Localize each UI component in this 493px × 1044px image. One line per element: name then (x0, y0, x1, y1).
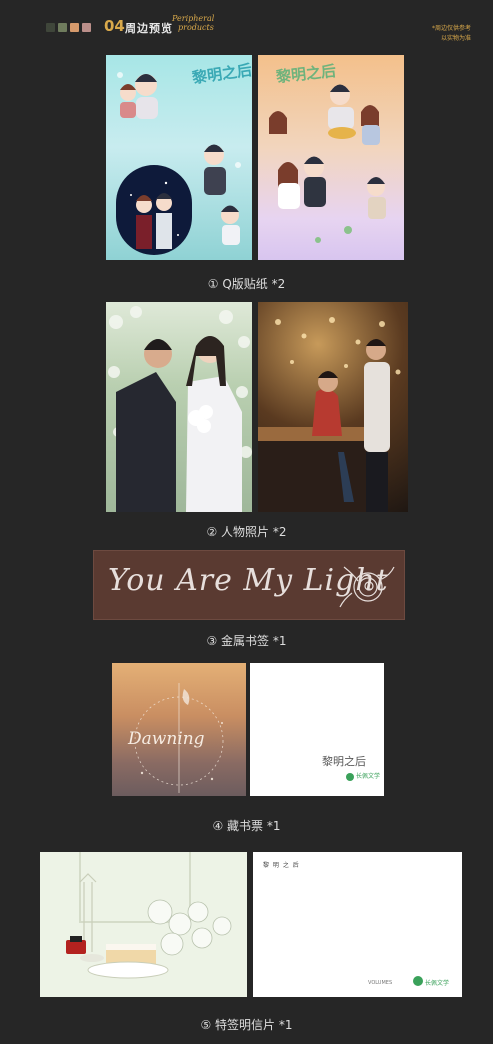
color-swatch (46, 23, 55, 32)
sticker-sheet-right: 黎明之后 (258, 55, 404, 260)
item-caption: ④ 藏书票 *1 (212, 819, 281, 833)
bookplate-logo: 黎明之后 (322, 755, 366, 768)
bookplate-front: Dawning (112, 663, 246, 796)
photo-card-bar (258, 302, 408, 512)
note-line: 以实物为准 (440, 35, 471, 42)
bookplate-back: 黎明之后 长佩文学 (250, 663, 384, 796)
item-caption: ⑤ 特签明信片 *1 (200, 1018, 293, 1032)
sticker-sheet-left: 黎明之后 (106, 55, 252, 260)
disclaimer-note: *周边仅供参考 以实物为准 (432, 24, 471, 44)
postcard-back: 黎 明 之 后 VOLUMES 长佩文学 (253, 852, 462, 997)
note-line: *周边仅供参考 (431, 25, 471, 32)
item-caption: ① Q版贴纸 *2 (207, 277, 286, 291)
item-caption: ③ 金属书签 *1 (206, 634, 287, 648)
section-title: 周边预览 (125, 22, 173, 35)
bookplate-brand: 长佩文学 (356, 773, 381, 780)
brand-icon (413, 976, 423, 986)
rose-icon (339, 566, 395, 608)
postcard-title: 黎 明 之 后 (263, 862, 300, 869)
postcard-illustration (40, 852, 247, 997)
postcard-front (40, 852, 247, 997)
photo-illustration (258, 317, 401, 512)
sticker-illustration (116, 72, 241, 255)
postcard-label: VOLUMES (368, 980, 393, 986)
photo-card-wedding (106, 302, 252, 512)
color-swatch (58, 23, 67, 32)
section-number: 04 (104, 17, 125, 35)
brand-icon (346, 773, 354, 781)
script-line: products (178, 23, 214, 32)
item-caption: ② 人物照片 *2 (206, 525, 287, 539)
color-swatch (82, 23, 91, 32)
postcard-brand: 长佩文学 (425, 980, 450, 987)
section-script-title: Peripheral products (172, 14, 214, 32)
color-swatch (70, 23, 79, 32)
photo-illustration (108, 306, 252, 512)
bookplate-script: Dawning (128, 729, 205, 749)
metal-bookmark: You Are My Light (93, 550, 405, 620)
script-line: Peripheral (172, 14, 215, 23)
